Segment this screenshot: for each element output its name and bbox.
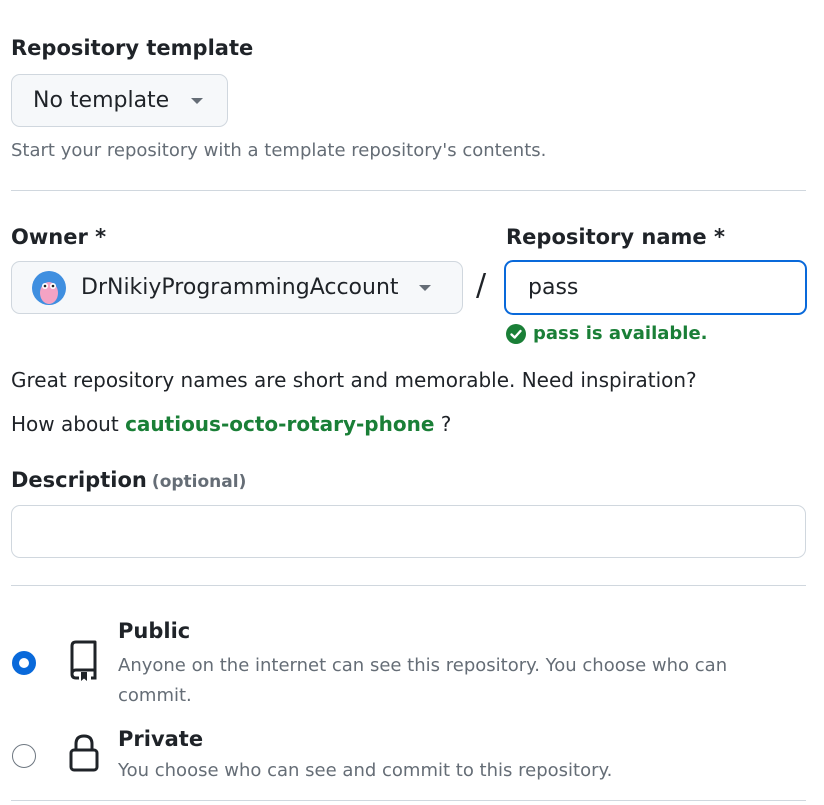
check-circle-icon (506, 323, 526, 344)
public-description: Anyone on the internet can see this repo… (118, 655, 728, 706)
suggestion-intro: Great repository names are short and mem… (11, 368, 697, 392)
template-label: Repository template (11, 36, 254, 60)
description-label: Description (11, 468, 147, 492)
private-description: You choose who can see and commit to thi… (118, 760, 613, 781)
lock-icon (69, 734, 99, 772)
chevron-down-icon (191, 97, 204, 104)
repo-name-label: Repository name * (506, 225, 725, 249)
availability-text: pass is available. (533, 323, 708, 344)
repo-icon (70, 640, 97, 681)
avatar (32, 270, 66, 305)
public-label: Public (118, 619, 191, 643)
repo-name-input[interactable] (504, 260, 807, 315)
divider (11, 800, 806, 801)
divider (11, 190, 806, 191)
owner-label: Owner * (11, 225, 107, 249)
divider (11, 585, 806, 586)
chevron-down-icon (418, 284, 431, 291)
suggestion-how-about: How about (11, 412, 119, 436)
owner-selected-value: DrNikiyProgrammingAccount (81, 275, 399, 300)
suggestion-suffix: ? (440, 412, 452, 436)
description-optional: (optional) (151, 472, 247, 492)
description-label-row: Description (optional) (11, 468, 246, 492)
description-input[interactable] (11, 505, 806, 558)
suggestion-line: How about cautious-octo-rotary-phone ? (11, 412, 451, 436)
template-select-button[interactable]: No template (11, 74, 228, 127)
avatar-icon (32, 270, 66, 305)
owner-select-button[interactable]: DrNikiyProgrammingAccount (11, 261, 463, 314)
template-hint: Start your repository with a template re… (11, 140, 547, 161)
private-label: Private (118, 727, 204, 751)
suggestion-name-link[interactable]: cautious-octo-rotary-phone (125, 412, 434, 436)
owner-repo-separator: / (476, 268, 487, 303)
availability-status: pass is available. (506, 323, 708, 344)
private-radio[interactable] (12, 744, 36, 768)
template-selected-value: No template (33, 88, 170, 113)
public-radio[interactable] (12, 651, 36, 675)
